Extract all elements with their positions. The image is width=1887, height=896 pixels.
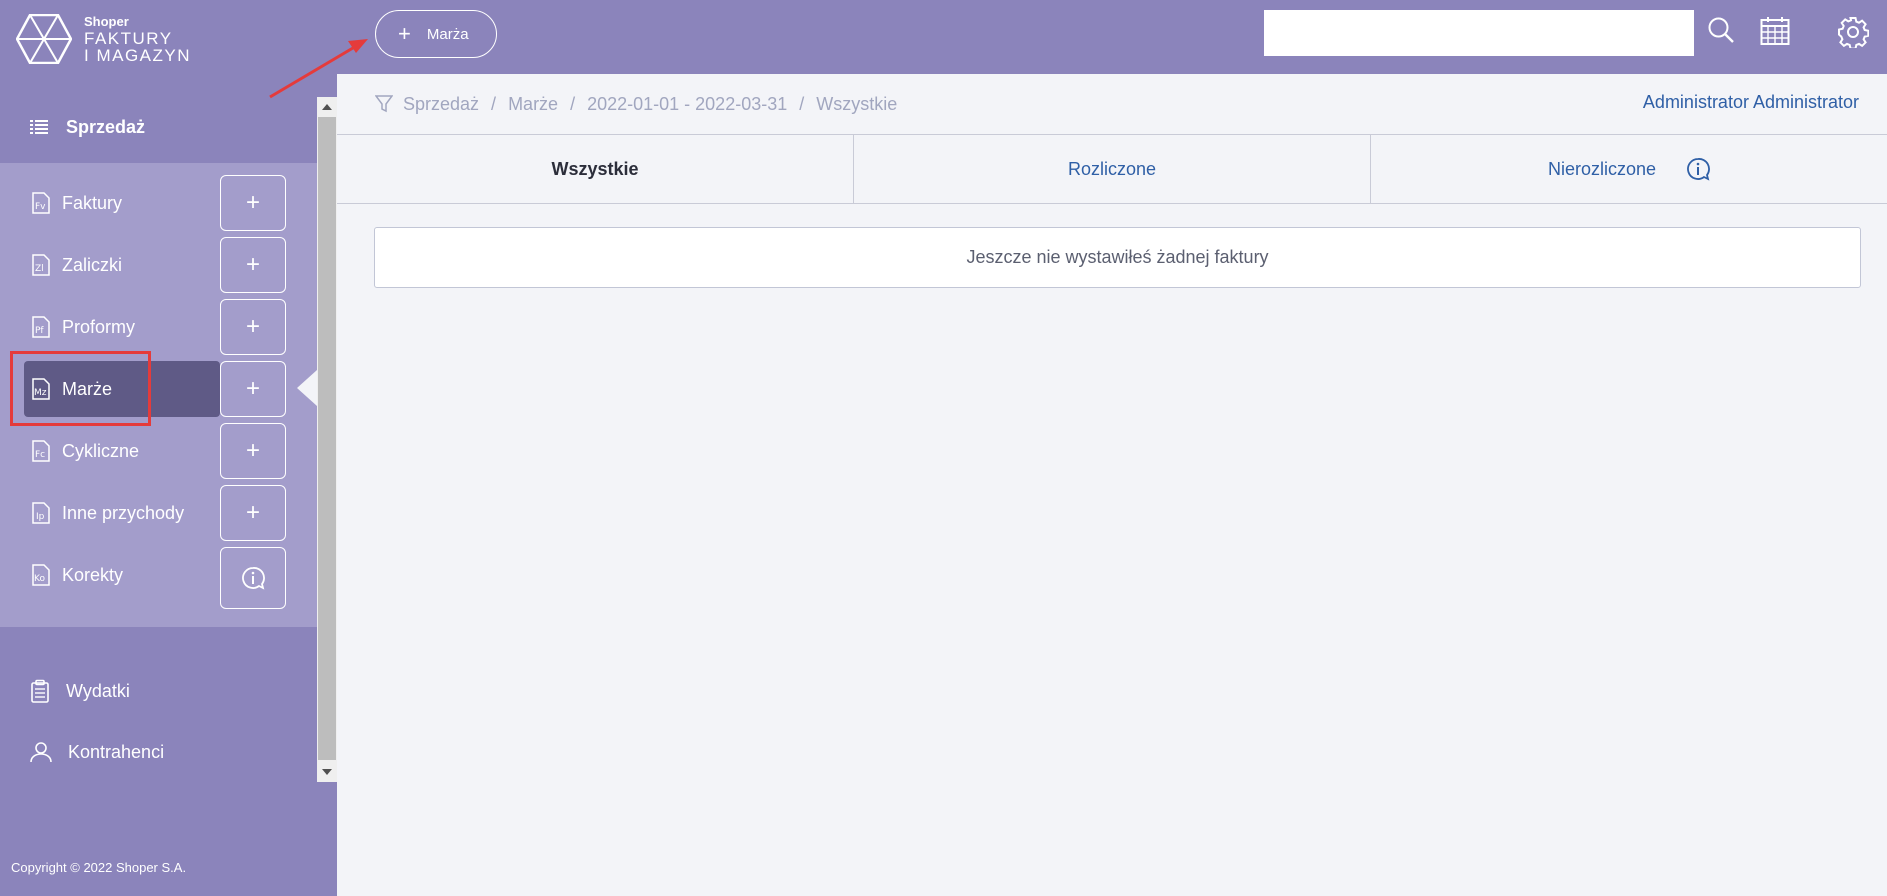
sidebar-item-zaliczki[interactable]: Zl Zaliczki — [24, 237, 220, 293]
tab-label: Nierozliczone — [1547, 158, 1657, 179]
recurring-doc-icon: Fc — [30, 440, 52, 462]
scroll-up-arrow-icon[interactable] — [322, 104, 332, 110]
sidebar-item-wydatki[interactable]: Wydatki — [0, 666, 317, 716]
annotation-highlight-box — [10, 351, 151, 426]
sidebar-row-proformy: Pf Proformy + — [0, 299, 317, 355]
proforma-doc-icon: Pf — [30, 316, 52, 338]
svg-text:Pf: Pf — [35, 326, 44, 336]
logo-line-2: I MAGAZYN — [84, 45, 192, 65]
sidebar: Shoper FAKTURY I MAGAZYN Sprzedaż Fv Fak… — [0, 0, 337, 896]
sidebar-item-label: Korekty — [62, 564, 124, 585]
svg-text:Zl: Zl — [35, 264, 44, 274]
add-proforma-button[interactable]: + — [220, 299, 286, 355]
breadcrumb: Sprzedaż / Marże / 2022-01-01 - 2022-03-… — [375, 90, 897, 118]
sidebar-row-inne-przychody: Ip Inne przychody + — [0, 485, 317, 541]
sidebar-item-label: Wydatki — [66, 680, 130, 701]
invoice-doc-icon: Fv — [30, 192, 52, 214]
add-faktura-button[interactable]: + — [220, 175, 286, 231]
sidebar-item-inne-przychody[interactable]: Ip Inne przychody — [24, 485, 220, 541]
add-cykliczna-button[interactable]: + — [220, 423, 286, 479]
sidebar-item-kontrahenci[interactable]: Kontrahenci — [0, 727, 317, 777]
calendar-icon[interactable] — [1760, 16, 1790, 46]
scrollbar-thumb[interactable] — [318, 117, 336, 760]
tab-rozliczone[interactable]: Rozliczone — [854, 135, 1371, 203]
tab-nierozliczone[interactable]: Nierozliczone — [1371, 135, 1887, 203]
info-icon[interactable] — [1686, 157, 1710, 181]
sidebar-row-faktury: Fv Faktury + — [0, 175, 317, 231]
sidebar-item-label: Kontrahenci — [68, 741, 165, 762]
logo-small: Shoper — [84, 13, 129, 29]
breadcrumb-item[interactable]: Wszystkie — [816, 94, 897, 115]
breadcrumb-item[interactable]: Sprzedaż — [403, 94, 479, 115]
add-marza-button[interactable]: + — [220, 361, 286, 417]
breadcrumb-item[interactable]: 2022-01-01 - 2022-03-31 — [587, 94, 787, 115]
empty-state-message: Jeszcze nie wystawiłeś żadnej faktury — [374, 227, 1861, 288]
list-icon — [30, 119, 48, 135]
add-inny-przychod-button[interactable]: + — [220, 485, 286, 541]
sidebar-scrollbar[interactable] — [317, 97, 337, 782]
tab-wszystkie[interactable]: Wszystkie — [337, 135, 854, 203]
tab-bar: Wszystkie Rozliczone Nierozliczone — [337, 134, 1887, 204]
sidebar-item-proformy[interactable]: Pf Proformy — [24, 299, 220, 355]
sidebar-item-korekty[interactable]: Ko Korekty — [24, 547, 220, 603]
plus-icon: + — [398, 21, 411, 46]
sidebar-item-faktury[interactable]: Fv Faktury — [24, 175, 220, 231]
breadcrumb-separator: / — [491, 93, 497, 114]
user-name-link[interactable]: Administrator Administrator — [1643, 92, 1859, 113]
sidebar-section-label: Sprzedaż — [66, 116, 146, 137]
correction-doc-icon: Ko — [30, 564, 52, 586]
search-icon[interactable] — [1707, 16, 1735, 44]
breadcrumb-item[interactable]: Marże — [508, 94, 558, 115]
breadcrumb-separator: / — [570, 93, 576, 114]
add-marza-top-button[interactable]: + Marża — [375, 10, 497, 58]
info-icon — [242, 567, 265, 590]
other-income-doc-icon: Ip — [30, 502, 52, 524]
sidebar-item-label: Zaliczki — [62, 254, 123, 275]
filter-icon[interactable] — [375, 95, 393, 113]
sidebar-item-label: Inne przychody — [62, 502, 185, 523]
logo-icon — [16, 14, 72, 64]
korekty-info-button[interactable] — [220, 547, 286, 609]
svg-text:Ip: Ip — [36, 512, 45, 522]
svg-text:Fv: Fv — [35, 202, 46, 212]
sidebar-section-sales[interactable]: Sprzedaż — [0, 92, 317, 162]
sidebar-item-label: Cykliczne — [62, 440, 140, 461]
sidebar-row-korekty: Ko Korekty — [0, 547, 317, 609]
active-pointer — [297, 370, 317, 406]
sidebar-row-zaliczki: Zl Zaliczki + — [0, 237, 317, 293]
logo-line-1: FAKTURY — [84, 28, 173, 48]
add-zaliczka-button[interactable]: + — [220, 237, 286, 293]
user-icon — [30, 741, 52, 763]
app-logo[interactable]: Shoper FAKTURY I MAGAZYN — [16, 14, 191, 64]
logo-text: Shoper FAKTURY I MAGAZYN — [84, 15, 191, 64]
topbar: + Marża — [337, 0, 1887, 74]
sidebar-row-cykliczne: Fc Cykliczne + — [0, 423, 317, 479]
clipboard-icon — [30, 679, 50, 703]
breadcrumb-separator: / — [799, 93, 805, 114]
sidebar-item-cykliczne[interactable]: Fc Cykliczne — [24, 423, 220, 479]
svg-text:Fc: Fc — [35, 450, 45, 460]
scroll-down-arrow-icon[interactable] — [322, 769, 332, 775]
gear-icon[interactable] — [1837, 16, 1869, 48]
search-input[interactable] — [1264, 10, 1694, 56]
copyright-text: Copyright © 2022 Shoper S.A. — [11, 860, 187, 875]
add-button-label: Marża — [426, 25, 469, 43]
advance-doc-icon: Zl — [30, 254, 52, 276]
sidebar-item-label: Faktury — [62, 192, 123, 213]
sidebar-item-label: Proformy — [62, 316, 136, 337]
svg-text:Ko: Ko — [34, 574, 45, 584]
